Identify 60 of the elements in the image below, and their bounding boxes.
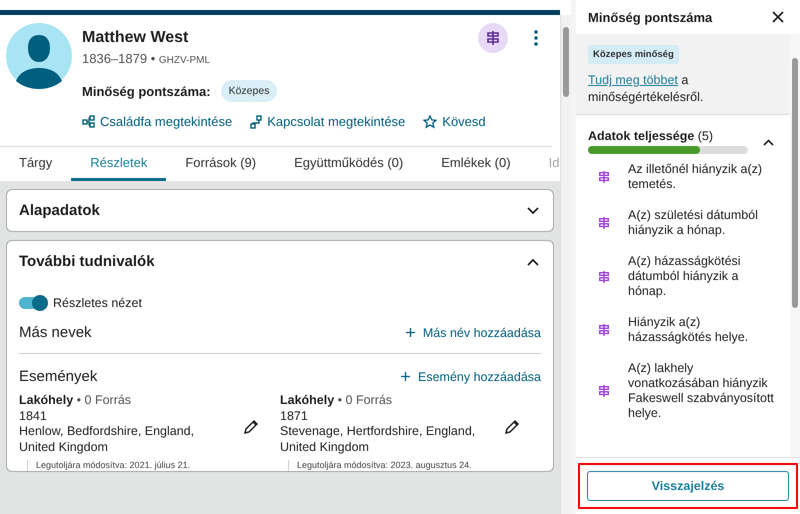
toggle-switch[interactable] (19, 297, 47, 309)
event-type: Lakóhely • 0 Forrás (19, 393, 132, 408)
plus-icon (406, 328, 415, 337)
action-link[interactable]: Családfa megtekintése (82, 114, 232, 129)
info-text: Tudj meg többet a minőségértékelésről. (588, 72, 704, 106)
issue-text: A(z) házasságkötési dátumból hiányzik a hónap. (628, 254, 742, 299)
add-link[interactable]: Más név hozzáadása (406, 326, 541, 340)
signpost-icon (598, 268, 610, 284)
signpost-icon (486, 30, 500, 46)
issue-text: Hiányzik a(z) házasságkötés helye. (628, 315, 750, 345)
plus-icon (401, 372, 410, 381)
star-icon (423, 114, 438, 128)
edit-icon[interactable] (243, 419, 259, 435)
completeness-title: Adatok teljessége (5) (588, 128, 714, 142)
toggle-label: Részletes nézet (53, 296, 142, 310)
edit-icon[interactable] (504, 419, 520, 435)
relationship-icon (250, 114, 262, 128)
signpost-icon (598, 215, 610, 231)
subsection-title: Események (19, 368, 98, 385)
quality-button[interactable] (478, 23, 508, 53)
person-id: GHZV-PML (158, 55, 210, 66)
event-type: Lakóhely • 0 Forrás (280, 393, 394, 408)
section-title: Alapadatok (19, 202, 100, 219)
feedback-button[interactable]: Visszajelzés (587, 471, 789, 501)
more-options-icon[interactable] (534, 30, 538, 46)
issue-text: A(z) születési dátumból hiányzik a hónap. (628, 208, 759, 238)
signpost-icon (598, 169, 610, 185)
chevron-down-icon[interactable] (527, 206, 539, 214)
last-modified: Legutoljára módosítva: 2023. augusztus 24. (288, 460, 476, 471)
action-link[interactable]: Kövesd (423, 114, 486, 129)
signpost-icon (598, 322, 610, 338)
tab[interactable]: Tárgy (0, 147, 72, 181)
quality-badge: Közepes minőség (588, 45, 679, 64)
panel-title: Minőség pontszáma (588, 10, 712, 24)
action-link[interactable]: Kapcsolat megtekintése (250, 114, 406, 129)
event-year: 1841 (19, 408, 48, 424)
quality-badge: Közepes (220, 80, 278, 102)
event-place: Henlow, Bedfordshire, England, United Kingdom (19, 424, 196, 455)
section-title: További tudnivalók (19, 253, 155, 270)
person-name: Matthew West (82, 29, 190, 47)
event-place: Stevenage, Hertfordshire, England, United Kingdom (280, 424, 476, 455)
issue-text: Az illetőnél hiányzik a(z) temetés. (628, 162, 764, 192)
add-link[interactable]: Esemény hozzáadása (401, 370, 541, 384)
tab[interactable]: Együttműködés (0) (275, 147, 422, 181)
tab[interactable]: Források (9) (166, 147, 276, 181)
avatar-silhouette-icon (6, 23, 72, 89)
tree-icon (82, 115, 95, 128)
separator-dot: • (150, 51, 156, 66)
learn-more-link[interactable]: Tudj meg többet (588, 73, 678, 87)
quality-label: Minőség pontszáma: (82, 84, 211, 98)
lifespan: 1836–1879 (82, 51, 148, 66)
chevron-up-icon[interactable] (763, 139, 774, 146)
chevron-up-icon[interactable] (527, 258, 539, 266)
issue-text: A(z) lakhely vonatkozásában hiányzik Fakeswell szabványosított helye. (628, 361, 775, 421)
subsection-title: Más nevek (19, 324, 92, 341)
close-icon[interactable] (772, 11, 784, 23)
signpost-icon (598, 383, 610, 399)
event-year: 1871 (280, 408, 309, 424)
last-modified: Legutoljára módosítva: 2021. július 21. (27, 460, 215, 471)
tab[interactable]: Emlékek (0) (422, 147, 530, 181)
